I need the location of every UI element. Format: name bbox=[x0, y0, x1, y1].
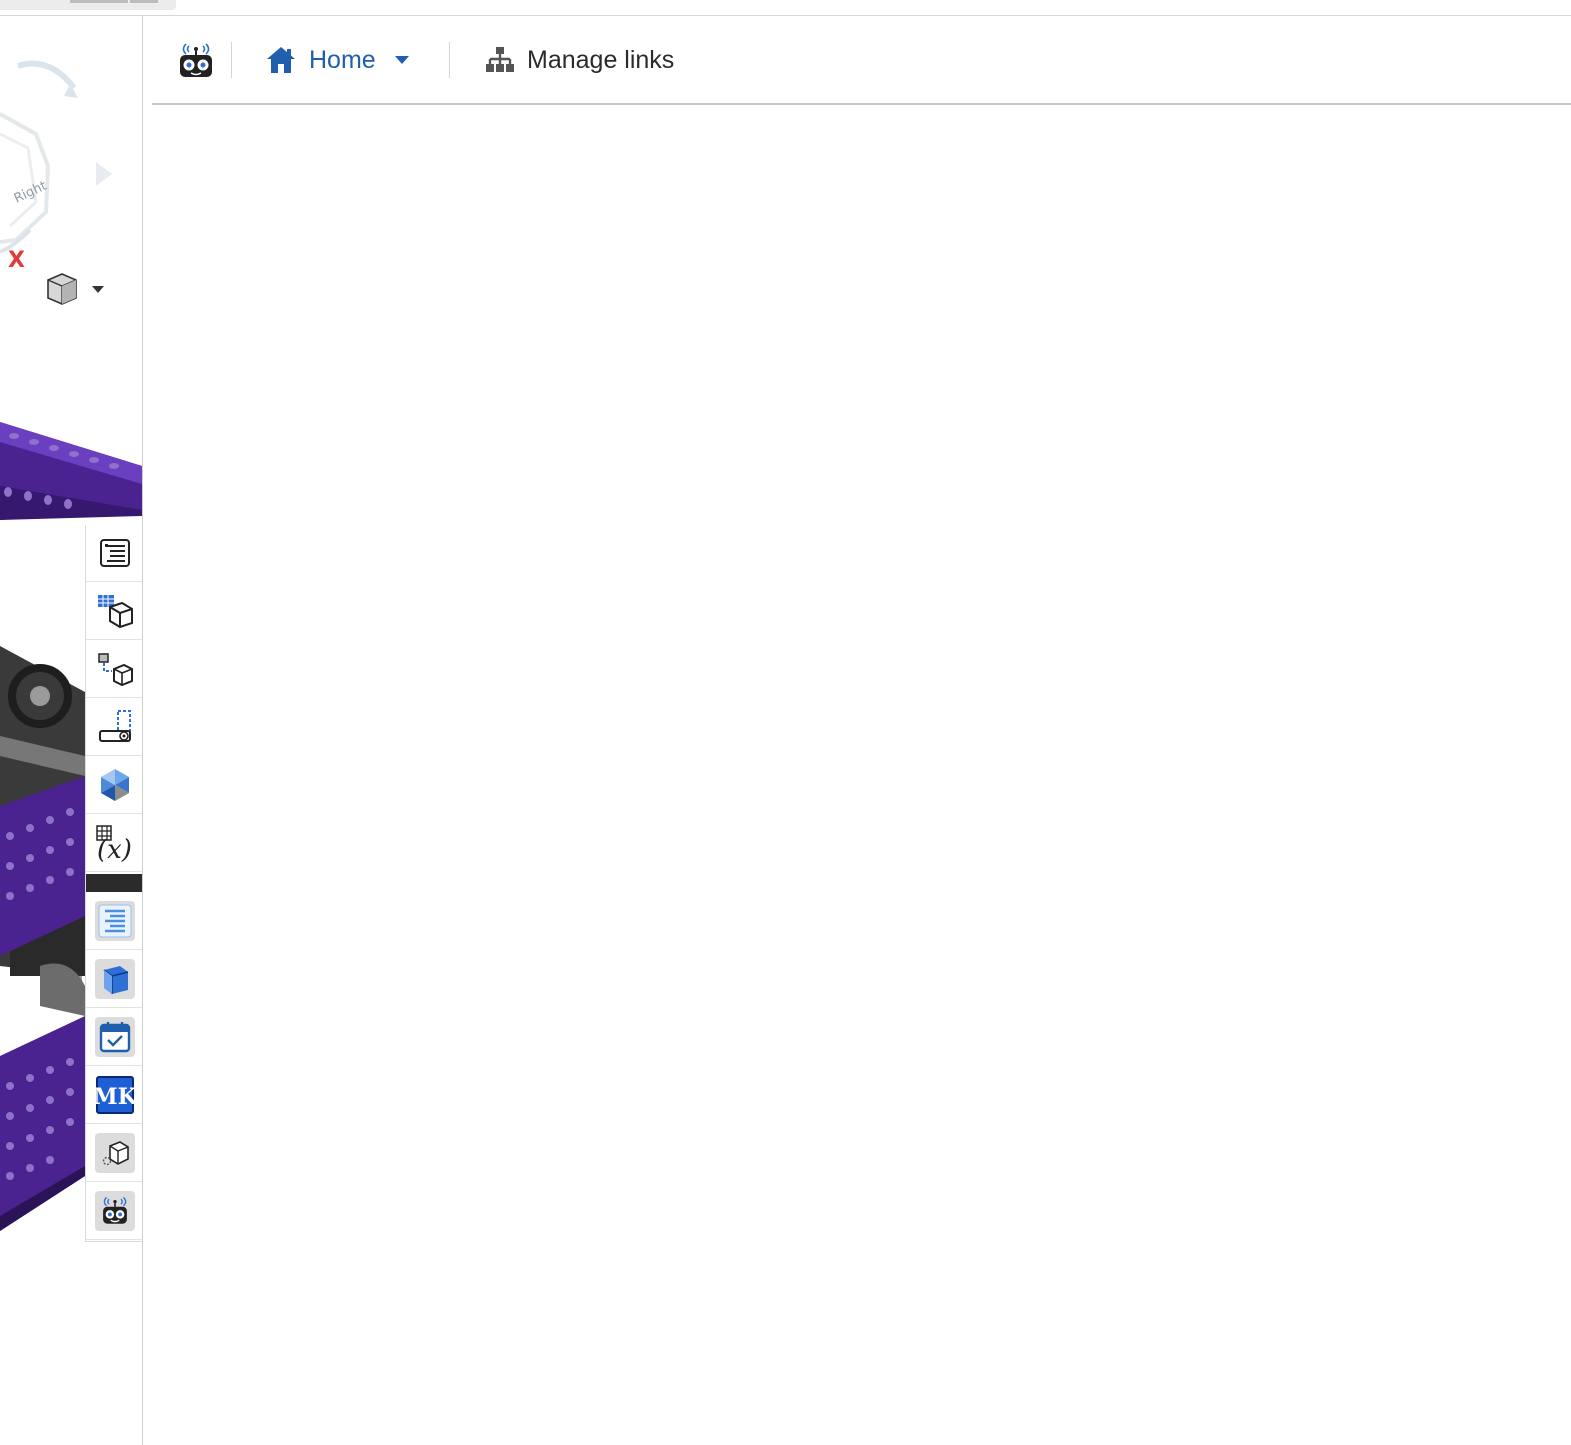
robot-logo-icon[interactable] bbox=[176, 40, 216, 80]
parts-table-icon[interactable] bbox=[86, 583, 142, 640]
tab-indicator bbox=[70, 0, 128, 3]
cad-viewport[interactable]: Right X (x) MK bbox=[0, 16, 142, 1445]
bom-app-icon[interactable] bbox=[86, 893, 142, 950]
manage-links-label: Manage links bbox=[527, 45, 675, 74]
chevron-down-icon bbox=[92, 286, 104, 293]
cube-view-icon bbox=[47, 273, 104, 305]
appearance-icon[interactable] bbox=[86, 757, 142, 814]
calendar-app-icon[interactable] bbox=[86, 1009, 142, 1066]
chevron-down-icon[interactable] bbox=[394, 55, 410, 65]
mk-app-icon[interactable]: MK bbox=[86, 1067, 142, 1124]
mate-connector-icon[interactable] bbox=[86, 699, 142, 756]
nav-separator bbox=[231, 42, 232, 78]
model-app-icon[interactable] bbox=[86, 1125, 142, 1182]
svg-text:Right: Right bbox=[12, 179, 49, 207]
purple-beam-top bbox=[0, 422, 142, 520]
instances-icon[interactable] bbox=[86, 641, 142, 698]
variables-icon[interactable]: (x) bbox=[86, 815, 142, 872]
nav-bar: Home Manage links bbox=[152, 16, 1571, 105]
view-mode-dropdown[interactable] bbox=[44, 272, 108, 308]
purple-beam-bottom bbox=[0, 1016, 85, 1231]
home-icon bbox=[267, 47, 295, 73]
axis-x-label: X bbox=[8, 248, 25, 273]
manage-links-button[interactable]: Manage links bbox=[485, 42, 674, 78]
panel-toolbar: (x) MK bbox=[85, 525, 142, 1242]
robot-app-icon[interactable] bbox=[86, 1183, 142, 1240]
tab-indicator bbox=[130, 0, 158, 3]
home-button[interactable]: Home bbox=[265, 42, 410, 78]
view-cube[interactable]: Right bbox=[0, 60, 112, 254]
svg-text:(x): (x) bbox=[97, 835, 132, 862]
home-label: Home bbox=[309, 45, 376, 74]
mk-app-label: MK bbox=[96, 1084, 134, 1110]
top-strip bbox=[0, 0, 1571, 16]
feature-list-icon[interactable] bbox=[86, 525, 142, 582]
app-content-area bbox=[152, 106, 1571, 1445]
nav-separator bbox=[449, 42, 450, 78]
app-pane: Home Manage links bbox=[143, 16, 1571, 1445]
sitemap-icon bbox=[486, 47, 514, 72]
part-studio-app-icon[interactable] bbox=[86, 951, 142, 1008]
toolbar-divider bbox=[86, 874, 142, 892]
